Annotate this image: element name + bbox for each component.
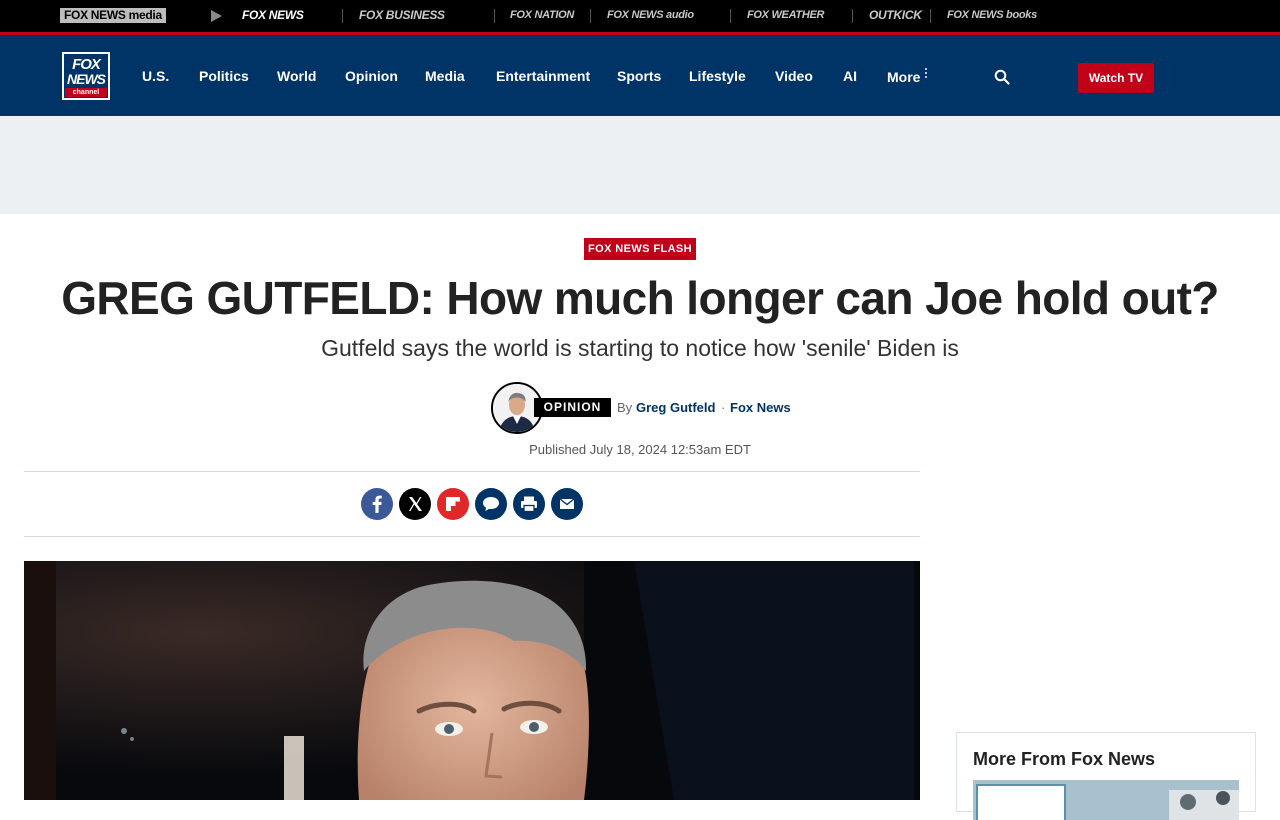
nav-item-world[interactable]: World (277, 68, 316, 84)
divider (494, 9, 495, 23)
network-link-fox-business[interactable]: FOX BUSINESS (359, 8, 445, 23)
comments-icon (475, 488, 507, 520)
byline-separator: · (721, 400, 726, 415)
facebook-icon (361, 488, 393, 520)
divider (730, 9, 731, 23)
flipboard-icon (437, 488, 469, 520)
ad-slot (0, 116, 1280, 214)
nav-item-ai[interactable]: AI (843, 68, 857, 84)
search-icon[interactable] (994, 69, 1010, 85)
network-link-fox-news-books[interactable]: FOX NEWS books (947, 8, 1037, 23)
published-date: Published July 18, 2024 12:53am EDT (529, 442, 751, 457)
opinion-tag[interactable]: OPINION (534, 398, 611, 417)
comments-button[interactable] (475, 488, 507, 520)
flipboard-share-button[interactable] (437, 488, 469, 520)
nav-item-more[interactable]: More (887, 68, 928, 85)
author-link[interactable]: Greg Gutfeld (636, 399, 715, 416)
network-link-outkick[interactable]: OUTKICK (869, 8, 922, 23)
nav-item-lifestyle[interactable]: Lifestyle (689, 68, 746, 84)
x-icon (399, 488, 431, 520)
main-header: FOX NEWS channel U.S. Politics World Opi… (0, 35, 1280, 116)
nav-item-opinion[interactable]: Opinion (345, 68, 398, 84)
network-bar: FOX NEWS media FOX NEWS FOX BUSINESS FOX… (0, 0, 1280, 32)
logo-line-news: NEWS (67, 71, 106, 87)
divider (24, 536, 920, 537)
network-link-fox-news-media[interactable]: FOX NEWS media (60, 8, 166, 23)
nav-item-us[interactable]: U.S. (142, 68, 169, 84)
hero-image[interactable] (24, 561, 920, 800)
logo-line-channel: channel (65, 88, 107, 97)
outlet-link[interactable]: Fox News (730, 399, 791, 416)
watch-tv-button[interactable]: Watch TV (1078, 63, 1154, 93)
article-subhead: Gutfeld says the world is starting to no… (321, 335, 959, 361)
network-link-fox-weather[interactable]: FOX WEATHER (747, 8, 824, 23)
divider (590, 9, 591, 23)
divider (342, 9, 343, 23)
network-link-fox-news-audio[interactable]: FOX NEWS audio (607, 8, 694, 23)
print-button[interactable] (513, 488, 545, 520)
nav-item-sports[interactable]: Sports (617, 68, 661, 84)
divider (930, 9, 931, 23)
nav-item-video[interactable]: Video (775, 68, 813, 84)
facebook-share-button[interactable] (361, 488, 393, 520)
play-icon (211, 10, 222, 22)
sidebar-thumbnail[interactable] (973, 780, 1239, 820)
nav-item-media[interactable]: Media (425, 68, 465, 84)
byline: OPINION By Greg Gutfeld · Fox News (491, 382, 801, 434)
network-link-fox-nation[interactable]: FOX NATION (510, 8, 574, 23)
article-headline: GREG GUTFELD: How much longer can Joe ho… (61, 272, 1219, 324)
print-icon (513, 488, 545, 520)
nav-item-entertainment[interactable]: Entertainment (496, 68, 590, 84)
divider (24, 471, 920, 472)
more-dots-icon (925, 68, 928, 80)
divider (852, 9, 853, 23)
fox-news-logo[interactable]: FOX NEWS channel (62, 52, 110, 100)
logo-line-fox: FOX (72, 56, 101, 73)
sidebar-title: More From Fox News (973, 749, 1156, 769)
nav-item-politics[interactable]: Politics (199, 68, 249, 84)
nav-item-more-label: More (887, 69, 921, 85)
x-share-button[interactable] (399, 488, 431, 520)
email-share-button[interactable] (551, 488, 583, 520)
more-from-fox-news-card: More From Fox News (956, 732, 1256, 820)
eyebrow-tag[interactable]: FOX NEWS FLASH (584, 238, 696, 260)
network-link-fox-news[interactable]: FOX NEWS (242, 8, 304, 23)
byline-prefix: By (617, 400, 633, 415)
email-icon (551, 488, 583, 520)
